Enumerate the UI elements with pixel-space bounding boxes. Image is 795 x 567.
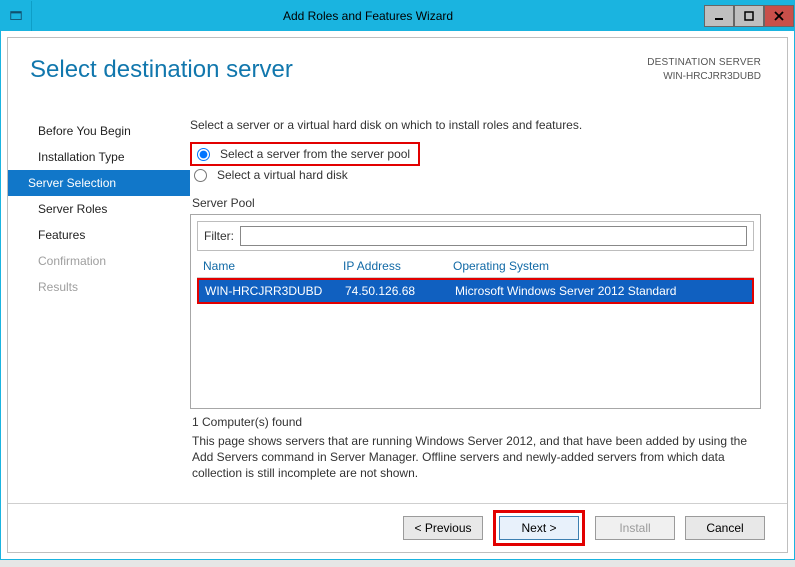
selected-row-highlight: WIN-HRCJRR3DUBD 74.50.126.68 Microsoft W… <box>197 278 754 304</box>
nav-confirmation: Confirmation <box>8 248 190 274</box>
window-title: Add Roles and Features Wizard <box>32 9 704 23</box>
install-button: Install <box>595 516 675 540</box>
radio-server-pool-highlight: Select a server from the server pool <box>190 142 420 166</box>
nav-installation-type[interactable]: Installation Type <box>8 144 190 170</box>
destination-label: DESTINATION SERVER <box>647 56 761 70</box>
app-icon <box>1 1 32 31</box>
next-button-highlight: Next > <box>493 510 585 546</box>
nav-features[interactable]: Features <box>8 222 190 248</box>
radio-vhd-label: Select a virtual hard disk <box>217 168 348 182</box>
nav-server-selection[interactable]: Server Selection <box>8 170 190 196</box>
next-button[interactable]: Next > <box>499 516 579 540</box>
filter-label: Filter: <box>204 229 234 243</box>
radio-server-pool-label: Select a server from the server pool <box>220 147 410 161</box>
minimize-button[interactable] <box>704 5 734 27</box>
wizard-body: Select destination server DESTINATION SE… <box>7 37 788 553</box>
table-body: WIN-HRCJRR3DUBD 74.50.126.68 Microsoft W… <box>197 278 754 408</box>
destination-block: DESTINATION SERVER WIN-HRCJRR3DUBD <box>647 56 761 84</box>
filter-input[interactable] <box>240 226 747 246</box>
window-controls <box>704 6 794 27</box>
page-note: This page shows servers that are running… <box>192 433 759 481</box>
titlebar: Add Roles and Features Wizard <box>1 1 794 31</box>
computer-count: 1 Computer(s) found <box>192 415 761 429</box>
cancel-button[interactable]: Cancel <box>685 516 765 540</box>
close-button[interactable] <box>764 5 794 27</box>
radio-vhd[interactable] <box>194 169 207 182</box>
table-header: Name IP Address Operating System <box>197 259 754 278</box>
previous-button[interactable]: < Previous <box>403 516 483 540</box>
table-row[interactable]: WIN-HRCJRR3DUBD 74.50.126.68 Microsoft W… <box>199 280 752 302</box>
radio-server-pool[interactable] <box>197 148 210 161</box>
col-name[interactable]: Name <box>203 259 343 273</box>
cell-os: Microsoft Windows Server 2012 Standard <box>455 284 746 298</box>
nav-before-you-begin[interactable]: Before You Begin <box>8 118 190 144</box>
server-pool-box: Filter: Name IP Address Operating System <box>190 214 761 409</box>
maximize-button[interactable] <box>734 5 764 27</box>
instruction-text: Select a server or a virtual hard disk o… <box>190 118 761 132</box>
content-area: Select a server or a virtual hard disk o… <box>190 108 787 504</box>
wizard-nav: Before You Begin Installation Type Serve… <box>8 108 190 504</box>
filter-row: Filter: <box>197 221 754 251</box>
server-pool-label: Server Pool <box>192 196 761 210</box>
cell-ip: 74.50.126.68 <box>345 284 455 298</box>
page-title: Select destination server <box>30 56 293 84</box>
wizard-window: Add Roles and Features Wizard Select des… <box>0 0 795 560</box>
col-ip[interactable]: IP Address <box>343 259 453 273</box>
nav-results: Results <box>8 274 190 300</box>
wizard-footer: < Previous Next > Install Cancel <box>8 503 787 552</box>
destination-value: WIN-HRCJRR3DUBD <box>647 70 761 84</box>
cell-name: WIN-HRCJRR3DUBD <box>205 284 345 298</box>
nav-server-roles[interactable]: Server Roles <box>8 196 190 222</box>
col-os[interactable]: Operating System <box>453 259 748 273</box>
